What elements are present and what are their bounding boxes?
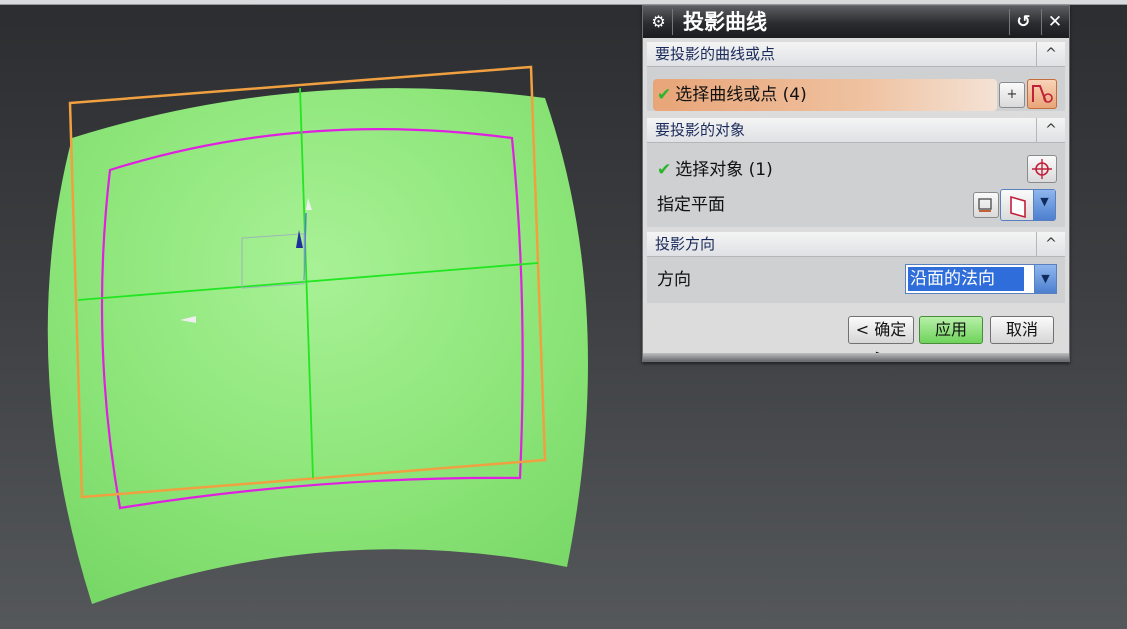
- group-title: 要投影的曲线或点: [655, 45, 776, 63]
- group-title: 投影方向: [655, 235, 716, 253]
- ok-button[interactable]: < 确定 >: [848, 316, 914, 365]
- project-curve-dialog: ⚙ 投影曲线 ↺ ✕ 要投影的曲线或点 ^ ✔ 选择曲线或点 (4) + 要投影的…: [642, 5, 1070, 365]
- chevron-down-icon[interactable]: ▼: [1034, 265, 1056, 293]
- reset-icon[interactable]: ↺: [1009, 9, 1037, 35]
- chevron-down-icon[interactable]: ▼: [1033, 190, 1055, 220]
- select-curve-label: 选择曲线或点 (4): [675, 85, 807, 105]
- collapse-chevron-icon[interactable]: ^: [1036, 118, 1065, 142]
- collapse-chevron-icon[interactable]: ^: [1036, 42, 1065, 66]
- plane-icon: [1010, 195, 1026, 219]
- group-header-curves[interactable]: 要投影的曲线或点 ^: [647, 42, 1065, 67]
- direction-label: 方向: [657, 270, 691, 290]
- check-icon: ✔: [657, 160, 672, 180]
- curve-select-icon[interactable]: [1027, 79, 1057, 109]
- select-object-row[interactable]: ✔ 选择对象 (1): [657, 159, 773, 181]
- group-header-object[interactable]: 要投影的对象 ^: [647, 118, 1065, 143]
- close-icon[interactable]: ✕: [1041, 9, 1068, 35]
- check-icon: ✔: [657, 85, 672, 105]
- dialog-bottom-edge: [643, 353, 1069, 361]
- plane-dialog-icon[interactable]: [973, 192, 999, 218]
- direction-dropdown[interactable]: 沿面的法向 ▼: [905, 264, 1057, 294]
- dialog-titlebar[interactable]: ⚙ 投影曲线 ↺ ✕: [643, 6, 1069, 38]
- dialog-title: 投影曲线: [683, 10, 767, 34]
- curved-surface[interactable]: [47, 88, 588, 604]
- crosshair-select-icon[interactable]: [1027, 155, 1057, 183]
- gear-icon[interactable]: ⚙: [645, 9, 673, 35]
- direction-selected-value: 沿面的法向: [908, 267, 1024, 291]
- cancel-button[interactable]: 取消: [990, 316, 1054, 344]
- collapse-chevron-icon[interactable]: ^: [1036, 232, 1065, 256]
- add-curve-icon[interactable]: +: [999, 82, 1025, 108]
- group-title: 要投影的对象: [655, 121, 746, 139]
- apply-button[interactable]: 应用: [919, 316, 983, 344]
- group-header-direction[interactable]: 投影方向 ^: [647, 232, 1065, 257]
- select-curve-row[interactable]: ✔ 选择曲线或点 (4): [653, 79, 997, 111]
- plane-method-dropdown[interactable]: ▼: [1000, 189, 1056, 221]
- select-object-label: 选择对象 (1): [675, 160, 773, 180]
- specify-plane-label: 指定平面: [657, 195, 725, 215]
